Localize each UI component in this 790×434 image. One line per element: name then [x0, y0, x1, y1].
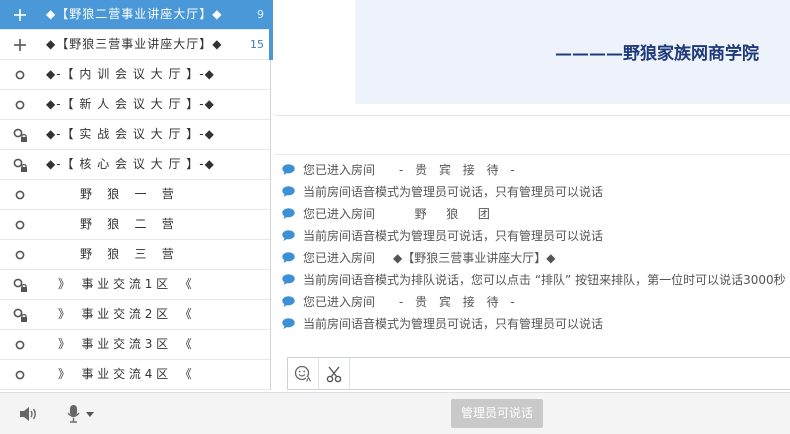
message-item: 当前房间语音模式为管理员可说话，只有管理员可以说话: [282, 180, 790, 202]
bottom-bar: 管理员可说话: [0, 392, 790, 434]
message-bubble-icon: [282, 163, 295, 175]
room-item[interactable]: 》 事 业 交 流 2 区 《: [0, 300, 270, 330]
circle-icon[interactable]: [12, 187, 28, 203]
message-room-name: - 贵 宾 接 待 -: [399, 294, 519, 309]
room-item[interactable]: ◆-【 新 人 会 议 大 厅 】-◆: [0, 90, 270, 120]
circle-icon[interactable]: [12, 97, 28, 113]
room-name: ◆-【 新 人 会 议 大 厅 】-◆: [46, 97, 215, 111]
divider: [275, 154, 790, 155]
message-room-name: - 贵 宾 接 待 -: [399, 162, 519, 177]
message-bubble-icon: [282, 185, 295, 197]
room-item[interactable]: ◆【野狼三营事业讲座大厅】◆ 15: [0, 30, 270, 60]
banner-title: ————野狼家族网商学院: [555, 44, 759, 64]
room-name: 野 狼 二 营: [80, 217, 174, 231]
room-name: 野 狼 一 营: [80, 187, 174, 201]
emoji-icon: [294, 365, 311, 382]
circle-icon[interactable]: [12, 337, 28, 353]
message-bubble-icon: [282, 295, 295, 307]
room-list-scrollbar[interactable]: [269, 0, 273, 60]
message-bubble-icon: [282, 273, 295, 285]
banner: ————野狼家族网商学院: [355, 0, 790, 104]
chat-input[interactable]: [350, 358, 790, 389]
room-name: 》 事 业 交 流 3 区 《: [58, 337, 192, 351]
emoji-button[interactable]: [288, 358, 319, 389]
room-name: 》 事 业 交 流 2 区 《: [58, 307, 192, 321]
message-text: 您已进入房间: [303, 162, 376, 177]
message-bubble-icon: [282, 229, 295, 241]
room-item[interactable]: 》 事 业 交 流 4 区 《: [0, 360, 270, 390]
scissors-icon: [326, 366, 342, 382]
message-list: 您已进入房间 - 贵 宾 接 待 - 当前房间语音模式为管理员可说话，只有管理员可以…: [282, 158, 790, 334]
locked-circle-icon[interactable]: [12, 307, 28, 323]
room-item[interactable]: ◆-【 内 训 会 议 大 厅 】-◆: [0, 60, 270, 90]
room-name: 》 事 业 交 流 4 区 《: [58, 367, 192, 381]
room-name: 》 事 业 交 流 1 区 《: [58, 277, 192, 291]
message-bubble-icon: [282, 317, 295, 329]
message-item: 您已进入房间 ◆【野狼三营事业讲座大厅】◆: [282, 246, 790, 268]
room-name: ◆【野狼三营事业讲座大厅】◆: [46, 37, 223, 51]
locked-circle-icon[interactable]: [12, 127, 28, 143]
room-name: ◆【野狼二营事业讲座大厅】◆: [46, 7, 223, 21]
room-item[interactable]: ◆【野狼二营事业讲座大厅】◆ 9: [0, 0, 270, 30]
plus-icon[interactable]: [12, 7, 28, 23]
room-item[interactable]: 》 事 业 交 流 3 区 《: [0, 330, 270, 360]
room-item[interactable]: 野 狼 一 营: [0, 180, 270, 210]
message-room-name: 野 狼 团: [399, 206, 494, 221]
message-text: 当前房间语音模式为管理员可说话，只有管理员可以说话: [303, 184, 604, 199]
room-list: ◆【野狼二营事业讲座大厅】◆ 9 ◆【野狼三营事业讲座大厅】◆ 15 ◆-【 内 训 会…: [0, 0, 271, 390]
message-item: 您已进入房间 - 贵 宾 接 待 -: [282, 290, 790, 312]
message-text: 当前房间语音模式为管理员可说话，只有管理员可以说话: [303, 316, 604, 331]
message-bubble-icon: [282, 207, 295, 219]
locked-circle-icon[interactable]: [12, 277, 28, 293]
locked-circle-icon[interactable]: [12, 157, 28, 173]
room-name: ◆-【 核 心 会 议 大 厅 】-◆: [46, 157, 215, 171]
room-item[interactable]: ◆-【 核 心 会 议 大 厅 】-◆: [0, 150, 270, 180]
message-item: 当前房间语音模式为管理员可说话，只有管理员可以说话: [282, 224, 790, 246]
circle-icon[interactable]: [12, 217, 28, 233]
speak-mode-button[interactable]: 管理员可说话: [451, 399, 543, 428]
message-bubble-icon: [282, 251, 295, 263]
message-text: 您已进入房间: [303, 250, 376, 265]
room-user-count: 9: [257, 8, 264, 21]
message-text: 您已进入房间: [303, 294, 376, 309]
plus-icon[interactable]: [12, 37, 28, 53]
chevron-down-icon: [86, 412, 94, 417]
microphone-button[interactable]: [66, 404, 96, 424]
room-name: ◆-【 实 战 会 议 大 厅 】-◆: [46, 127, 215, 141]
message-text: 当前房间语音模式为排队说话，您可以点击 “排队” 按钮来排队，第一位时可以说话3…: [303, 272, 786, 287]
message-item: 当前房间语音模式为排队说话，您可以点击 “排队” 按钮来排队，第一位时可以说话3…: [282, 268, 790, 290]
screenshot-button[interactable]: [319, 358, 350, 389]
room-item[interactable]: 野 狼 二 营: [0, 210, 270, 240]
message-room-name: ◆【野狼三营事业讲座大厅】◆: [393, 250, 556, 265]
speaker-button[interactable]: [18, 405, 38, 423]
chat-input-bar: [287, 357, 790, 390]
message-text: 您已进入房间: [303, 206, 376, 221]
room-name: ◆-【 内 训 会 议 大 厅 】-◆: [46, 67, 215, 81]
message-item: 您已进入房间 野 狼 团: [282, 202, 790, 224]
circle-icon[interactable]: [12, 67, 28, 83]
room-user-count: 15: [250, 38, 264, 51]
circle-icon[interactable]: [12, 367, 28, 383]
circle-icon[interactable]: [12, 247, 28, 263]
room-name: 野 狼 三 营: [80, 247, 174, 261]
message-text: 当前房间语音模式为管理员可说话，只有管理员可以说话: [303, 228, 604, 243]
room-item[interactable]: 野 狼 三 营: [0, 240, 270, 270]
banner-area: ————野狼家族网商学院: [275, 0, 790, 115]
message-item: 您已进入房间 - 贵 宾 接 待 -: [282, 158, 790, 180]
speaker-icon: [20, 407, 36, 421]
message-item: 当前房间语音模式为管理员可说话，只有管理员可以说话: [282, 312, 790, 334]
room-item[interactable]: 》 事 业 交 流 1 区 《: [0, 270, 270, 300]
divider: [275, 115, 790, 116]
room-item[interactable]: ◆-【 实 战 会 议 大 厅 】-◆: [0, 120, 270, 150]
